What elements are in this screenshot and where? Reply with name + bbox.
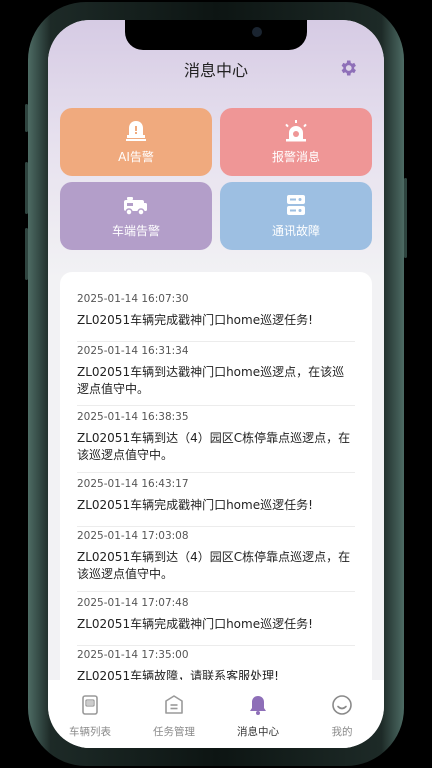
message-text: ZL02051车辆完成戳神门口home巡逻任务!	[77, 313, 313, 327]
message-text: ZL02051车辆到达（4）园区C栋停靠点巡逻点，在该巡逻点值守中。	[77, 550, 351, 581]
message-time: 2025-01-14 17:03:08	[77, 530, 189, 542]
tab-task-management[interactable]: 任务管理	[132, 680, 216, 748]
notch	[125, 20, 307, 50]
tab-message-center[interactable]: 消息中心	[216, 680, 300, 748]
tile-label: 车端告警	[111, 224, 160, 238]
list-item[interactable]: 2025-01-14 16:07:30 ZL02051车辆完成戳神门口home巡…	[77, 292, 355, 329]
divider	[77, 645, 355, 646]
tile-label: 报警消息	[271, 150, 320, 164]
server-icon	[287, 195, 305, 215]
divider	[77, 591, 355, 592]
tab-label: 消息中心	[237, 726, 279, 738]
tile-label: 通讯故障	[271, 224, 320, 238]
volume-up-button	[25, 162, 28, 214]
message-time: 2025-01-14 17:07:48	[77, 597, 189, 609]
divider	[77, 472, 355, 473]
message-text: ZL02051车辆到达戳神门口home巡逻点，在该巡逻点值守中。	[77, 365, 345, 396]
front-camera	[252, 27, 262, 37]
tab-vehicle-list[interactable]: 车辆列表	[48, 680, 132, 748]
tab-label: 车辆列表	[69, 726, 111, 738]
list-item[interactable]: 2025-01-14 17:03:08 ZL02051车辆到达（4）园区C栋停靠…	[77, 529, 355, 583]
tile-label: AI告警	[118, 150, 154, 164]
divider	[77, 405, 355, 406]
message-time: 2025-01-14 16:31:34	[77, 345, 189, 357]
message-text: ZL02051车辆完成戳神门口home巡逻任务!	[77, 498, 313, 512]
app-screen: 消息中心 AI告警 报警消息 车端告警 通讯故障 2025-01-14 16:0…	[48, 20, 384, 748]
tab-profile[interactable]: 我的	[300, 680, 384, 748]
volume-down-button	[25, 228, 28, 280]
bottom-tab-bar: 车辆列表 任务管理 消息中心 我的	[48, 680, 384, 748]
mute-switch	[25, 104, 28, 132]
divider	[77, 341, 355, 342]
siren-icon	[285, 120, 307, 142]
message-list[interactable]: 2025-01-14 16:07:30 ZL02051车辆完成戳神门口home巡…	[60, 272, 372, 712]
power-button	[404, 178, 407, 258]
task-icon	[165, 695, 183, 714]
bell-alert-icon	[126, 121, 146, 141]
tab-label: 任务管理	[153, 726, 195, 738]
message-time: 2025-01-14 16:07:30	[77, 293, 189, 305]
tile-alarm-messages[interactable]: 报警消息	[220, 108, 372, 176]
tile-communication-fault[interactable]: 通讯故障	[220, 182, 372, 250]
message-time: 2025-01-14 16:38:35	[77, 411, 189, 423]
page-title: 消息中心	[183, 61, 248, 80]
message-time: 2025-01-14 17:35:00	[77, 649, 189, 661]
divider	[77, 526, 355, 527]
list-item[interactable]: 2025-01-14 17:07:48 ZL02051车辆完成戳神门口home巡…	[77, 596, 355, 633]
smiley-icon	[332, 695, 352, 715]
message-text: ZL02051车辆完成戳神门口home巡逻任务!	[77, 617, 313, 631]
list-item[interactable]: 2025-01-14 16:31:34 ZL02051车辆到达戳神门口home巡…	[77, 344, 355, 398]
message-text: ZL02051车辆到达（4）园区C栋停靠点巡逻点，在该巡逻点值守中。	[77, 431, 351, 462]
vehicle-list-icon	[82, 695, 98, 715]
tile-vehicle-alert[interactable]: 车端告警	[60, 182, 212, 250]
bell-icon	[250, 696, 266, 715]
gear-icon[interactable]	[338, 58, 358, 78]
message-time: 2025-01-14 16:43:17	[77, 478, 189, 490]
vehicle-icon	[124, 197, 147, 216]
list-item[interactable]: 2025-01-14 16:43:17 ZL02051车辆完成戳神门口home巡…	[77, 477, 355, 514]
list-item[interactable]: 2025-01-14 16:38:35 ZL02051车辆到达（4）园区C栋停靠…	[77, 410, 355, 464]
tile-ai-alert[interactable]: AI告警	[60, 108, 212, 176]
tab-label: 我的	[331, 726, 353, 738]
